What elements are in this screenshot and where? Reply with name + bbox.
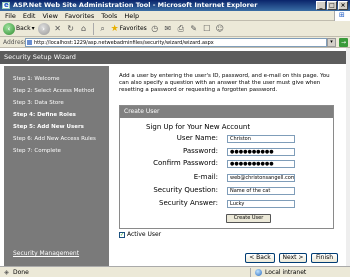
create-user-button[interactable]: Create User xyxy=(226,214,271,223)
page-icon xyxy=(27,39,32,45)
create-user-header: Create User xyxy=(120,106,333,118)
menu-favorites[interactable]: Favorites xyxy=(65,12,94,20)
intro-text: Add a user by entering the user's ID, pa… xyxy=(119,73,330,93)
status-left: ◈ Done xyxy=(0,269,250,276)
chevron-down-icon: ▾ xyxy=(31,25,35,32)
active-user-label: Active User xyxy=(127,231,162,238)
security-management-link[interactable]: Security Management xyxy=(13,250,79,257)
back-button[interactable]: ‹ Back ▾ xyxy=(3,22,35,35)
status-zone: Local intranet xyxy=(250,267,350,277)
menu-tools[interactable]: Tools xyxy=(101,12,117,20)
ie-icon xyxy=(2,0,10,11)
step-define-roles[interactable]: Step 4: Define Roles xyxy=(13,112,76,118)
refresh-icon[interactable]: ↻ xyxy=(66,24,76,34)
address-input[interactable]: http://localhost:1229/asp.netwebadminfil… xyxy=(25,37,327,47)
email-field[interactable]: web@christonsangell.com xyxy=(227,174,295,182)
create-user-panel: Create User Sign Up for Your New Account… xyxy=(119,105,334,229)
history-icon[interactable]: ◷ xyxy=(150,24,160,34)
status-bar: ◈ Done Local intranet xyxy=(0,266,350,277)
address-label: Address xyxy=(3,38,27,46)
confirm-password-field[interactable]: ●●●●●●●●●● xyxy=(227,160,295,168)
active-user-checkbox[interactable]: ✓ xyxy=(119,231,125,238)
wizard-steps-nav: Step 1: Welcome Step 2: Select Access Me… xyxy=(4,66,109,266)
step-add-users[interactable]: Step 5: Add New Users xyxy=(13,124,84,130)
back-step-button[interactable]: < Back xyxy=(245,253,275,263)
close-button[interactable]: × xyxy=(338,1,348,10)
confirm-password-label: Confirm Password: xyxy=(153,159,218,167)
signup-title: Sign Up for Your New Account xyxy=(146,123,251,131)
password-field[interactable]: ●●●●●●●●●● xyxy=(227,148,295,156)
security-question-field[interactable]: Name of the cat xyxy=(227,187,295,195)
toolbar-separator xyxy=(92,22,94,35)
address-bar: Address http://localhost:1229/asp.netweb… xyxy=(0,37,350,48)
security-answer-field[interactable]: Lucky xyxy=(227,200,295,208)
minimize-button[interactable]: _ xyxy=(316,1,326,10)
maximize-button[interactable]: □ xyxy=(327,1,337,10)
menu-view[interactable]: View xyxy=(42,12,57,20)
messenger-icon[interactable]: ☺ xyxy=(215,24,225,34)
next-step-button[interactable]: Next > xyxy=(279,253,307,263)
username-field[interactable]: Christon xyxy=(227,135,295,143)
mail-icon[interactable]: ✉ xyxy=(163,24,173,34)
step-access-rules[interactable]: Step 6: Add New Access Rules xyxy=(13,136,96,142)
discuss-icon[interactable]: ☐ xyxy=(202,24,212,34)
vertical-scrollbar[interactable] xyxy=(346,48,350,266)
print-icon[interactable]: ⎙ xyxy=(176,24,186,34)
password-label: Password: xyxy=(182,147,218,155)
page-done-icon: ◈ xyxy=(4,268,9,276)
favorites-label: Favorites xyxy=(119,25,147,32)
favorites-button[interactable]: ★ Favorites xyxy=(111,24,147,34)
search-icon[interactable]: ⌕ xyxy=(98,24,108,34)
address-url: http://localhost:1229/asp.netwebadminfil… xyxy=(34,39,214,46)
back-arrow-icon: ‹ xyxy=(3,22,15,35)
step-data-store[interactable]: Step 3: Data Store xyxy=(13,100,64,106)
intranet-icon xyxy=(255,268,262,276)
wizard-header: Security Setup Wizard xyxy=(0,51,346,64)
menu-file[interactable]: File xyxy=(5,12,16,20)
status-text: Done xyxy=(13,268,29,276)
window-controls: _ □ × xyxy=(316,1,348,10)
star-icon: ★ xyxy=(110,23,119,34)
window-title-bar: ASP.Net Web Site Administration Tool - M… xyxy=(0,0,350,11)
menu-bar: File Edit View Favorites Tools Help xyxy=(0,11,350,21)
go-button[interactable]: → xyxy=(339,37,348,47)
edit-icon[interactable]: ✎ xyxy=(189,24,199,34)
finish-button[interactable]: Finish xyxy=(311,253,338,263)
step-access-method[interactable]: Step 2: Select Access Method xyxy=(13,88,94,94)
back-label: Back xyxy=(16,25,31,32)
menu-edit[interactable]: Edit xyxy=(23,12,36,20)
address-dropdown-button[interactable]: ▾ xyxy=(327,37,336,47)
active-user-option[interactable]: ✓ Active User xyxy=(119,231,161,238)
menu-help[interactable]: Help xyxy=(124,12,139,20)
stop-icon[interactable]: ✕ xyxy=(53,24,63,34)
step-complete[interactable]: Step 7: Complete xyxy=(13,148,61,154)
page-content: Security Setup Wizard Step 1: Welcome St… xyxy=(0,48,350,266)
home-icon[interactable]: ⌂ xyxy=(79,24,89,34)
step-welcome[interactable]: Step 1: Welcome xyxy=(13,76,60,82)
forward-button[interactable]: › xyxy=(37,22,50,35)
username-label: User Name: xyxy=(176,134,218,142)
security-answer-label: Security Answer: xyxy=(159,199,218,207)
windows-logo-icon xyxy=(334,11,350,21)
toolbar: ‹ Back ▾ › ✕ ↻ ⌂ ⌕ ★ Favorites ◷ ✉ ⎙ ✎ ☐… xyxy=(0,21,350,37)
zone-label: Local intranet xyxy=(265,268,307,276)
email-label: E-mail: xyxy=(193,173,218,181)
window-title: ASP.Net Web Site Administration Tool - M… xyxy=(13,1,258,9)
security-question-label: Security Question: xyxy=(153,186,218,194)
